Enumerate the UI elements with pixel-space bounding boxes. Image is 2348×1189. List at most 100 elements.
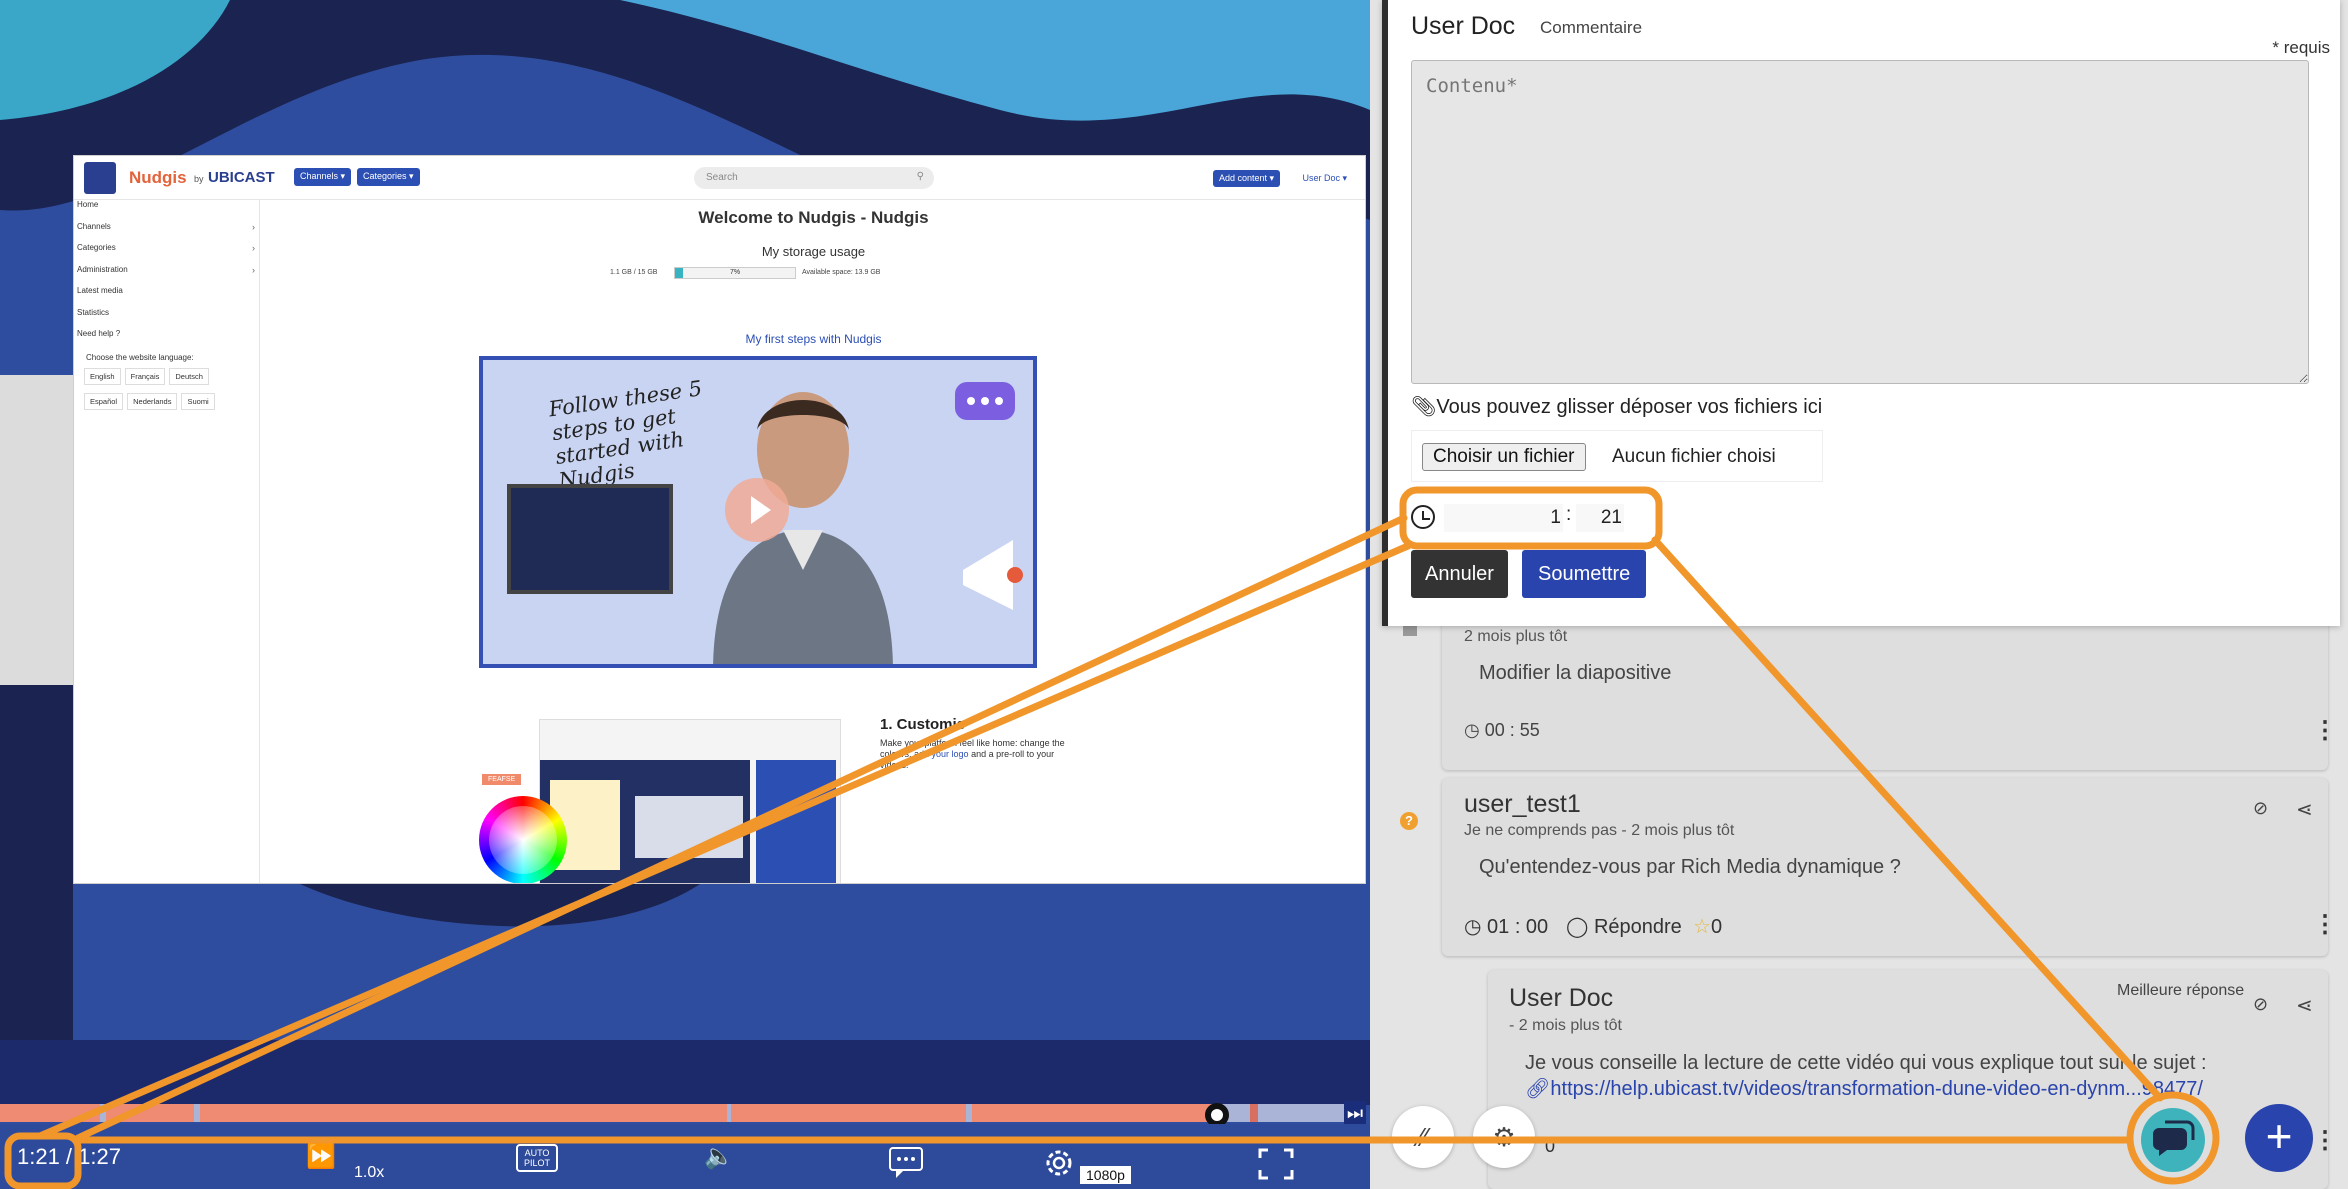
submit-button[interactable]: Soumettre [1522,550,1647,598]
star-count: 0 [1710,916,1723,938]
hide-icon[interactable]: ⊘ [2253,994,2268,1015]
add-comment-button[interactable]: + [2245,1104,2313,1172]
no-file-label: Aucun fichier choisi [1612,446,1776,467]
cancel-button[interactable]: Annuler [1411,550,1508,598]
time-separator: : [1566,504,1572,525]
sidebar-item: Need help ? [74,329,259,351]
comment-link[interactable]: 🔗︎https://help.ubicast.tv/videos/transfo… [1525,1076,2203,1101]
fast-forward-icon[interactable]: ⏩ [306,1142,336,1171]
share-icon[interactable]: ⋖ [2296,797,2313,822]
welcome-title: Welcome to Nudgis - Nudgis [698,208,929,227]
sidebar-item: Latest media [74,286,259,308]
comment-link-text: https://help.ubicast.tv/videos/transform… [1550,1078,2203,1100]
progress-played-segment [731,1104,966,1122]
volume-icon[interactable]: 🔈 [704,1142,734,1171]
filter-icon[interactable]: ⚙ [1473,1106,1535,1168]
link-icon: 🔗︎ [1525,1078,1551,1100]
share-icon[interactable]: ⋖ [2296,993,2313,1018]
form-subtitle: Commentaire [1540,18,1643,37]
nudgis-search: Search ⚲ [694,167,934,189]
language-option: Suomi [181,392,215,410]
hide-icon[interactable]: ⊘ [2253,798,2268,819]
comment-content-textarea[interactable] [1411,60,2309,384]
megaphone-icon [963,540,1023,610]
progress-played-segment [0,1104,100,1122]
comment-meta: Je ne comprends pas - 2 mois plus tôt [1464,822,1735,839]
required-note: * requis [2272,38,2330,57]
comment-form: User Doc Commentaire * requis 📎︎Vous pou… [1382,0,2340,626]
fullscreen-icon[interactable] [1258,1148,1294,1180]
choose-file-button[interactable]: Choisir un fichier [1422,443,1586,471]
minutes-input[interactable] [1491,504,1563,532]
sidebar-label: Administration [77,264,128,274]
seconds-input[interactable] [1576,504,1624,532]
paperclip-icon: 📎︎ [1411,396,1437,418]
color-chip: FEAFSE [482,774,522,785]
sidebar-label: Latest media [77,286,123,295]
user-menu: User Doc ▾ [1302,173,1347,183]
progress-played-segment [106,1104,194,1122]
color-wheel-icon [479,796,567,883]
subtitles-icon[interactable] [888,1146,924,1180]
sidebar-item: Categories › [74,243,259,265]
storage-available: Available space: 13.9 GB [802,269,881,276]
chevron-right-icon: › [252,243,255,253]
sidebar-label: Statistics [77,307,110,317]
language-option: Deutsch [169,367,209,385]
clock-icon: ◷ [1464,720,1485,740]
chat-bubble-icon [955,382,1015,420]
progress-bar[interactable] [0,1104,1345,1122]
quality-badge[interactable]: 1080p [1080,1166,1131,1184]
more-options-icon[interactable]: ⋮ [2313,716,2337,745]
search-placeholder: Search [706,172,738,183]
progress-played-segment [972,1104,1217,1122]
search-icon: ⚲ [916,171,924,182]
comment-text: Qu'entendez-vous par Rich Media dynamiqu… [1479,856,1901,878]
chevron-right-icon: › [252,221,255,232]
settings-gear-icon[interactable] [1042,1146,1076,1180]
reply-button[interactable]: ◯ Répondre [1566,914,1682,939]
nudgis-sidebar: Home Channels › Categories › Administratio… [74,200,260,883]
comment-timecode[interactable]: ◷ 00 : 55 [1464,720,1540,741]
clock-icon [1411,505,1435,529]
progress-played-segment [200,1104,727,1122]
nudgis-by: by [194,174,204,184]
language-list: English Français Deutsch Español Nederla… [74,367,244,418]
comment-author: User Doc [1509,984,1614,1012]
customise-link: your logo [931,749,969,759]
autopilot-button[interactable]: AUTO PILOT [516,1144,558,1172]
nudgis-logo-text: Nudgis [129,168,187,187]
chapter-marker [1250,1104,1258,1122]
player-controls: 1:21 / 1:27 ⏩ 1.0x AUTO PILOT 🔈 1080p [0,1124,1370,1189]
collapse-icon[interactable]: ⁄⁄ [1392,1106,1454,1168]
sidebar-item: Home [74,200,259,222]
comment-author: user_test1 [1464,790,1581,818]
more-options-icon[interactable]: ⋮ [2313,1126,2337,1155]
customise-title: 1. Customis [880,716,966,733]
sidebar-item: Administration › [74,265,259,287]
channels-button: Channels ▾ [294,168,352,186]
skip-end-icon[interactable]: ⏭ [1344,1101,1366,1125]
comment-timecode[interactable]: ◷ 01 : 00 [1464,914,1548,939]
language-option: Español [84,392,124,410]
language-option: English [84,367,121,385]
reply-icon: ◯ [1566,916,1594,938]
drop-hint-text: Vous pouvez glisser déposer vos fichiers… [1436,396,1823,418]
sidebar-label: Channels [77,221,111,231]
star-rating[interactable]: ☆0 [1693,914,1722,939]
play-icon [725,478,789,542]
chevron-right-icon: › [252,264,255,275]
best-answer-label: Meilleure réponse [2117,982,2245,999]
ubicast-brand: UBICAST [208,169,275,186]
time-display: 1:21 / 1:27 [17,1144,121,1169]
reply-label: Répondre [1593,916,1682,938]
more-options-icon[interactable]: ⋮ [2313,910,2337,939]
storage-title: My storage usage [761,244,866,259]
nudgis-header: Nudgis by UBICAST Channels ▾ Categories … [74,156,1365,200]
reply-count: 0 [1545,1136,1556,1156]
comment-text: Modifier la diapositive [1479,662,1672,684]
video-player[interactable]: Nudgis by UBICAST Channels ▾ Categories … [0,0,1370,1189]
playback-speed[interactable]: 1.0x [354,1164,384,1182]
comments-toggle-button[interactable] [2141,1108,2205,1172]
storage-used: 1.1 GB / 15 GB [610,269,658,276]
